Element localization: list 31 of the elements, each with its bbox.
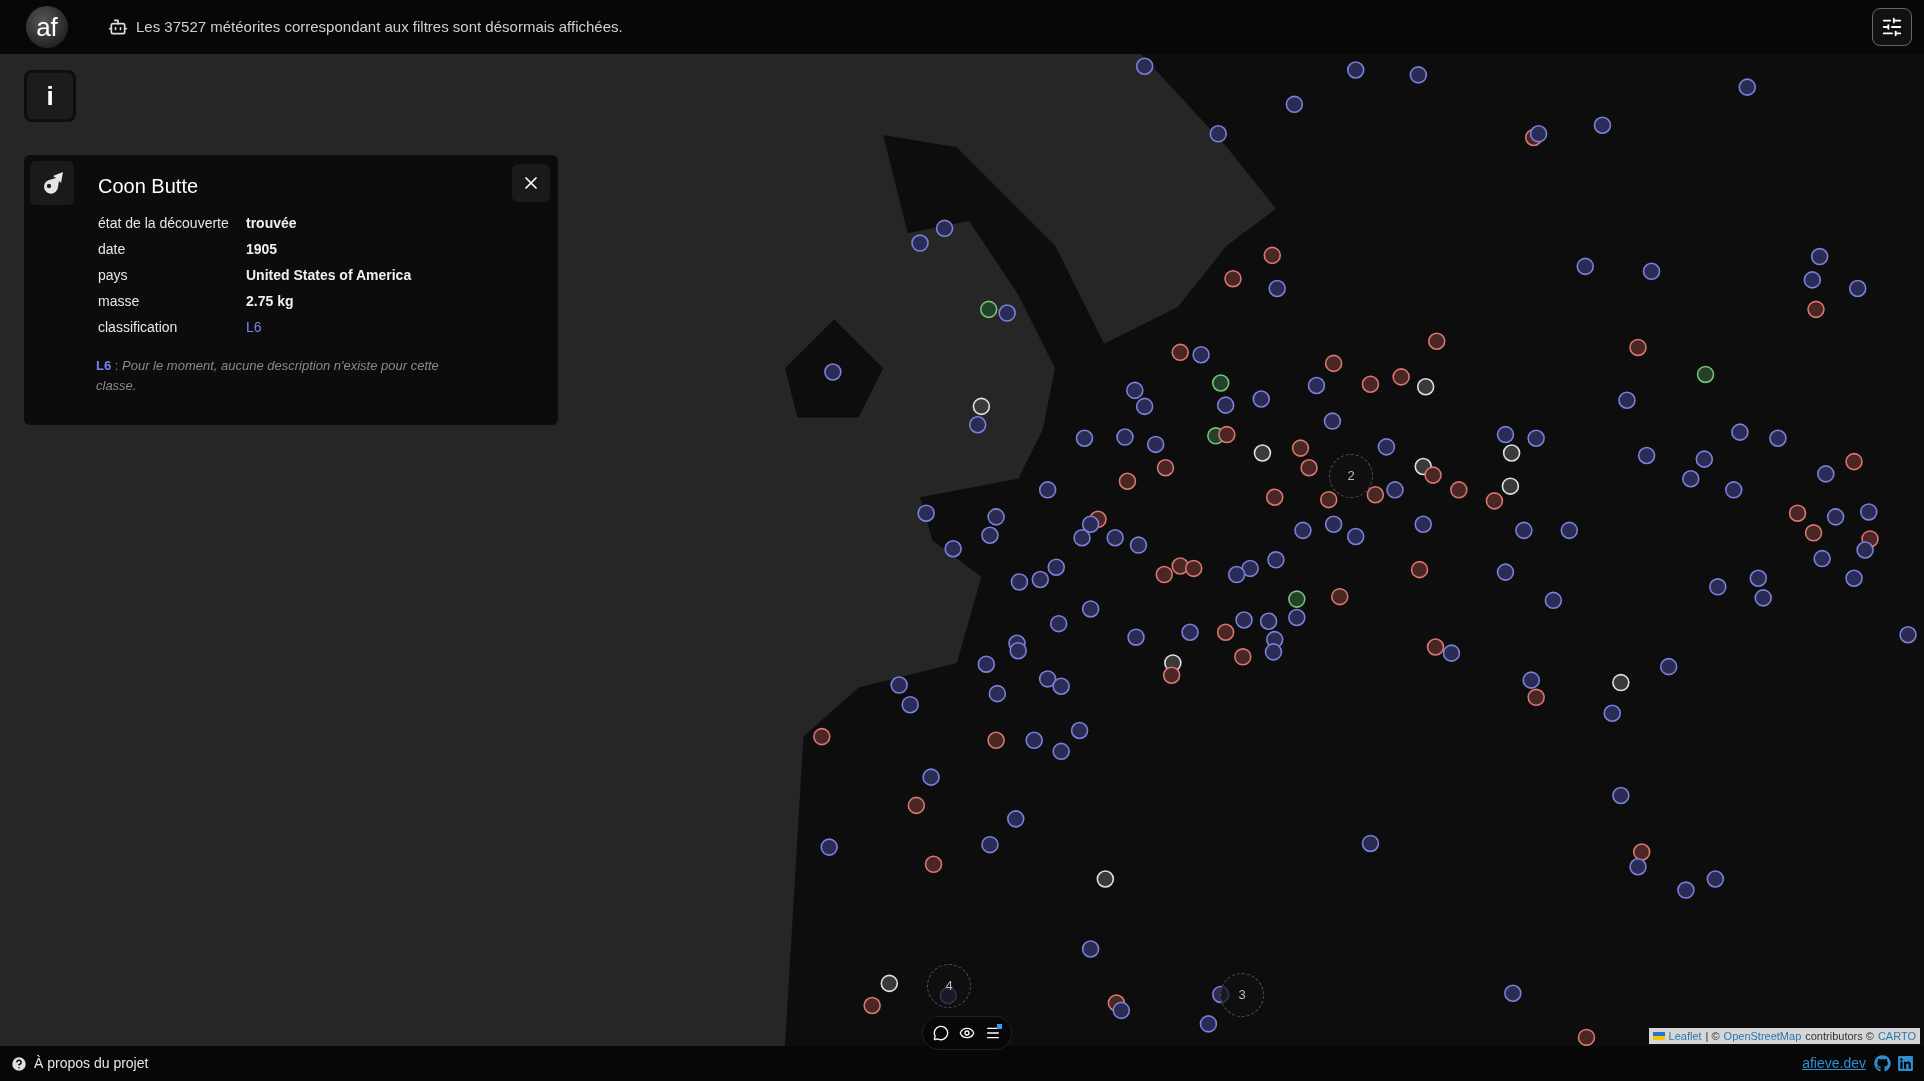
- settings-button[interactable]: [1872, 8, 1912, 46]
- chat-icon[interactable]: [933, 1025, 949, 1041]
- field-value: 2.75 kg: [246, 292, 294, 311]
- field-label: date: [98, 240, 127, 259]
- meteor-icon: [30, 161, 74, 205]
- robot-icon: [108, 17, 128, 37]
- info-button[interactable]: i: [24, 70, 76, 122]
- field-value: trouvée: [246, 214, 297, 233]
- field-label: masse: [98, 292, 141, 311]
- about-link[interactable]: À propos du projet: [34, 1053, 149, 1074]
- classification-link[interactable]: L6: [246, 317, 262, 338]
- field-value: 1905: [246, 240, 278, 259]
- close-button[interactable]: [512, 164, 550, 202]
- help-icon: [10, 1054, 28, 1073]
- linkedin-icon[interactable]: [1897, 1055, 1914, 1072]
- attribution-text: contributors ©: [1805, 1028, 1874, 1044]
- status-message: Les 37527 météorites correspondant aux filtres sont désormais affichées.: [136, 16, 623, 37]
- sliders-icon: [1881, 16, 1903, 38]
- github-icon[interactable]: [1874, 1055, 1891, 1072]
- field-label: classification: [98, 318, 179, 337]
- menu-icon[interactable]: [985, 1025, 1001, 1041]
- field-label: pays: [98, 266, 129, 285]
- site-link[interactable]: afieve.dev: [1802, 1053, 1866, 1074]
- field-value: United States of America: [246, 266, 412, 285]
- panel-title: Coon Butte: [98, 174, 200, 199]
- eye-icon[interactable]: [959, 1025, 975, 1041]
- class-description: L6 : Pour le moment, aucune description n'existe pour cette classe.: [96, 357, 440, 395]
- field-label: état de la découverte: [98, 214, 230, 233]
- flag-icon: [1652, 1031, 1665, 1040]
- attribution-text: | ©: [1705, 1028, 1720, 1044]
- logo[interactable]: af: [26, 6, 68, 48]
